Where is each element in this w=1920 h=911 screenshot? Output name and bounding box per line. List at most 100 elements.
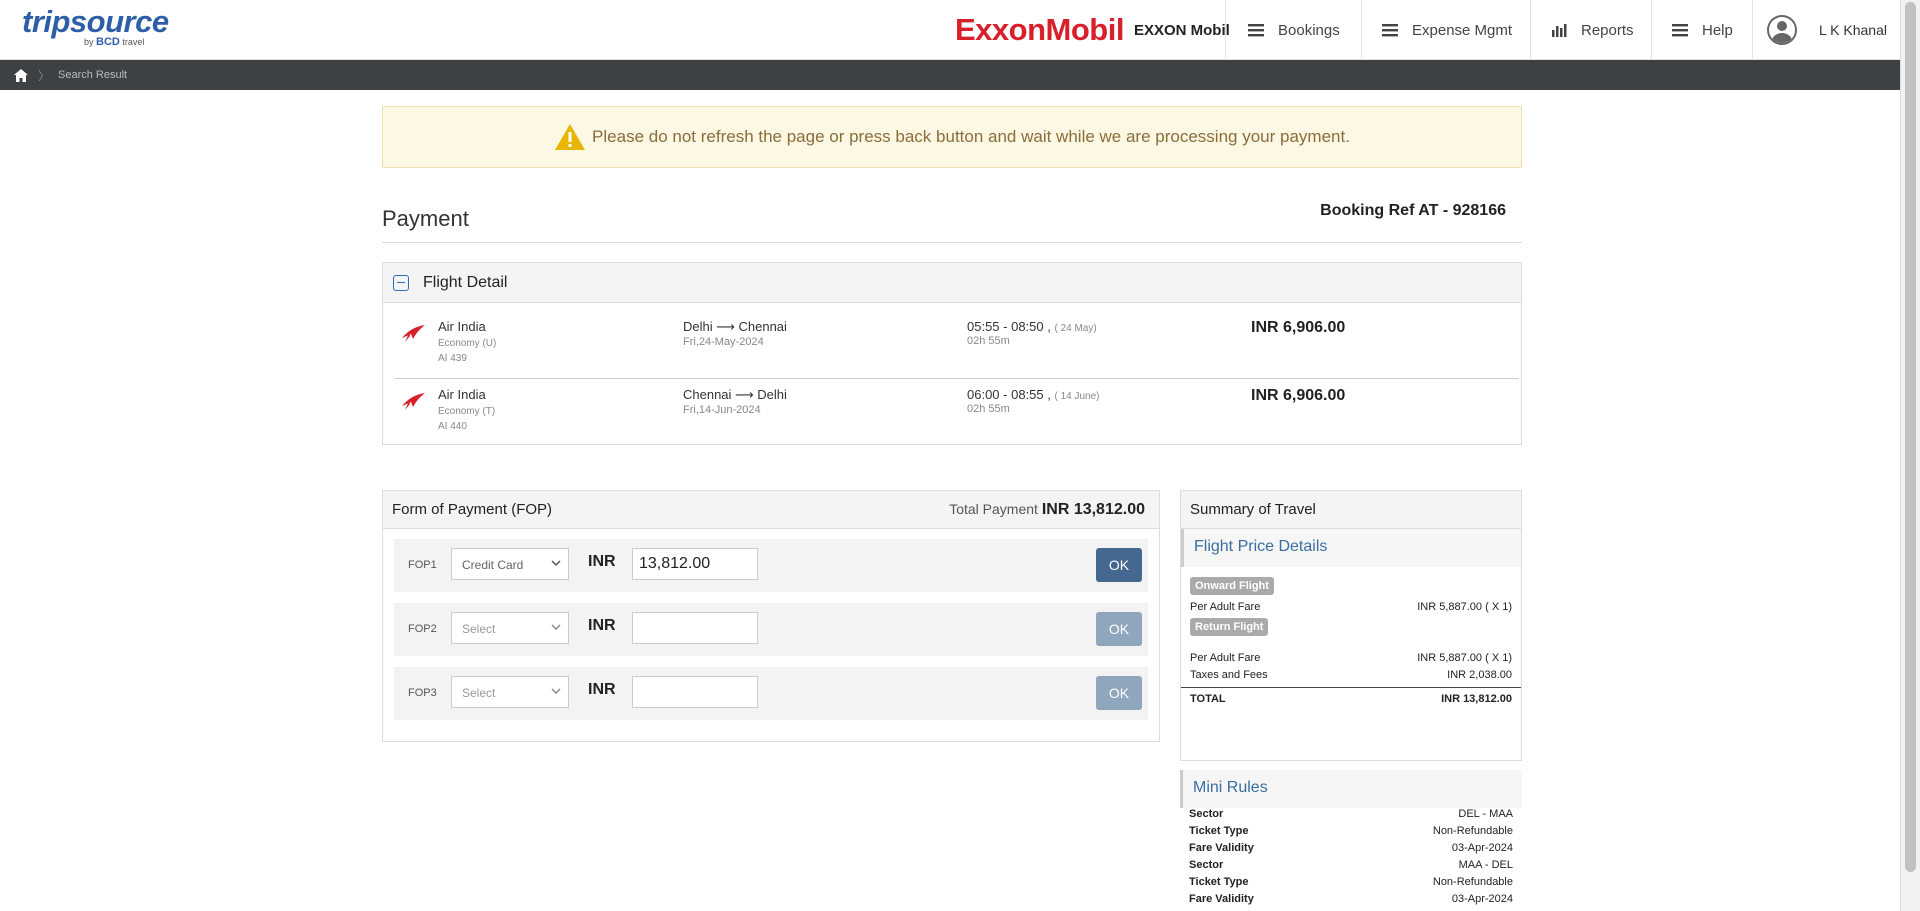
top-navbar: tripsource by BCD travel ExxonMobil EXXO… xyxy=(0,0,1900,60)
rule-label: Sector xyxy=(1189,859,1224,871)
payment-method-value: Select xyxy=(462,686,496,700)
nav-help-label: Help xyxy=(1702,21,1733,39)
nav-expense-mgmt[interactable]: Expense Mgmt xyxy=(1361,0,1530,60)
form-of-payment-panel: Form of Payment (FOP) Total Payment INR … xyxy=(382,490,1160,742)
amount-input[interactable] xyxy=(632,676,758,708)
total-row: TOTAL INR 13,812.00 xyxy=(1190,693,1512,705)
return-tag-row: Return Flight xyxy=(1190,618,1512,636)
user-menu[interactable]: L K Khanal xyxy=(1752,0,1900,60)
mini-rule-row: Fare Validity 03-Apr-2024 xyxy=(1189,842,1513,854)
flight-number: AI 439 xyxy=(438,353,467,364)
flight-price: INR 6,906.00 xyxy=(1251,319,1346,336)
currency-label: INR xyxy=(588,617,616,634)
menu-icon xyxy=(1672,24,1688,37)
air-india-logo-icon xyxy=(402,393,425,410)
nav-bookings-label: Bookings xyxy=(1278,21,1340,39)
return-flight-tag: Return Flight xyxy=(1190,618,1269,636)
onward-fare-row: Per Adult Fare INR 5,887.00 ( X 1) xyxy=(1190,601,1512,613)
airline-name: Air India xyxy=(438,319,486,334)
total-label: TOTAL xyxy=(1190,693,1226,705)
flight-time: 06:00 - 08:55 , xyxy=(967,387,1051,402)
mini-rules-list: Sector DEL - MAA Ticket Type Non-Refundabl… xyxy=(1180,808,1522,911)
flight-price-details-panel: Flight Price Details Onward Flight Per A… xyxy=(1180,528,1522,761)
ok-button[interactable]: OK xyxy=(1096,676,1142,710)
divider xyxy=(1181,687,1521,688)
return-fare-value: INR 5,887.00 ( X 1) xyxy=(1417,652,1512,664)
flight-row: Air India Economy (U) AI 439 Delhi ⟶ Che… xyxy=(383,311,1521,377)
page-title: Payment xyxy=(382,206,469,231)
time-info: 06:00 - 08:55 , ( 14 June) 02h 55m xyxy=(967,387,1100,415)
ok-button[interactable]: OK xyxy=(1096,612,1142,646)
arrival-date: ( 14 June) xyxy=(1054,391,1100,402)
fop-row: FOP3 Select INR OK xyxy=(394,667,1148,720)
logo-by: by xyxy=(84,37,94,47)
flight-detail-header[interactable]: Flight Detail xyxy=(383,263,1521,303)
flight-detail-panel: Flight Detail Air India Economy (U) AI 4… xyxy=(382,262,1522,445)
chevron-down-icon xyxy=(551,560,561,567)
page-scrollbar[interactable] xyxy=(1900,0,1920,911)
chevron-down-icon xyxy=(551,624,561,631)
airline-name: Air India xyxy=(438,387,486,402)
amount-input[interactable] xyxy=(632,548,758,580)
rule-label: Fare Validity xyxy=(1189,893,1254,905)
duration: 02h 55m xyxy=(967,335,1010,347)
mini-rules-title: Mini Rules xyxy=(1180,770,1522,808)
rule-value: Non-Refundable xyxy=(1432,876,1513,888)
total-payment: Total Payment INR 13,812.00 xyxy=(949,501,1145,519)
total-value: INR 13,812.00 xyxy=(1441,693,1512,705)
return-fare-label: Per Adult Fare xyxy=(1190,652,1261,664)
fop-label: FOP1 xyxy=(408,559,437,571)
menu-icon xyxy=(1382,24,1398,37)
menu-icon xyxy=(1248,24,1264,37)
mini-rule-row: Ticket Type Non-Refundable xyxy=(1189,876,1513,888)
mini-rule-row: Fare Validity 03-Apr-2024 xyxy=(1189,893,1513,905)
fop-label: FOP2 xyxy=(408,623,437,635)
user-name: L K Khanal xyxy=(1819,22,1887,38)
breadcrumb: 〉 Search Result xyxy=(0,60,1900,90)
breadcrumb-current: Search Result xyxy=(58,69,128,81)
company-logo: ExxonMobil xyxy=(955,12,1124,47)
mini-rule-row: Sector MAA - DEL xyxy=(1189,859,1513,871)
nav-reports[interactable]: Reports xyxy=(1530,0,1651,60)
rule-value: MAA - DEL xyxy=(1458,859,1513,871)
home-icon[interactable] xyxy=(14,68,28,82)
travel-date: Fri,14-Jun-2024 xyxy=(683,404,761,416)
mini-rule-row: Ticket Type Non-Refundable xyxy=(1189,825,1513,837)
route-info: Delhi ⟶ Chennai Fri,24-May-2024 xyxy=(683,319,787,348)
taxes-row: Taxes and Fees INR 2,038.00 xyxy=(1190,669,1512,681)
nav-bookings[interactable]: Bookings xyxy=(1225,0,1361,60)
tripsource-logo[interactable]: tripsource by BCD travel xyxy=(22,4,169,49)
nav-expense-label: Expense Mgmt xyxy=(1412,21,1513,39)
fop-title: Form of Payment (FOP) xyxy=(392,501,553,518)
user-avatar-icon xyxy=(1767,15,1797,45)
mini-rule-row: Sector DEL - MAA xyxy=(1189,808,1513,820)
payment-method-select[interactable]: Select xyxy=(451,612,569,644)
air-india-logo-icon xyxy=(402,325,425,342)
rule-value: 03-Apr-2024 xyxy=(1451,893,1513,905)
company-brand: ExxonMobil EXXON Mobil xyxy=(955,10,1230,50)
onward-fare-label: Per Adult Fare xyxy=(1190,601,1261,613)
payment-method-select[interactable]: Select xyxy=(451,676,569,708)
collapse-icon[interactable] xyxy=(393,274,409,291)
chevron-down-icon xyxy=(551,688,561,695)
arrival-date: ( 24 May) xyxy=(1054,323,1097,334)
nav-help[interactable]: Help xyxy=(1651,0,1752,60)
logo-travel: travel xyxy=(122,37,145,47)
route-info: Chennai ⟶ Delhi Fri,14-Jun-2024 xyxy=(683,387,787,416)
logo-wordmark: tripsource xyxy=(22,4,169,39)
payment-method-value: Select xyxy=(462,622,496,636)
scrollbar-thumb[interactable] xyxy=(1905,2,1916,872)
travel-date: Fri,24-May-2024 xyxy=(683,336,764,348)
fop-header: Form of Payment (FOP) Total Payment INR … xyxy=(383,491,1159,529)
rule-label: Fare Validity xyxy=(1189,842,1254,854)
flight-price-details-title: Flight Price Details xyxy=(1181,529,1521,567)
onward-flight-tag: Onward Flight xyxy=(1190,577,1274,595)
amount-input[interactable] xyxy=(632,612,758,644)
booking-reference: Booking Ref AT - 928166 xyxy=(1320,202,1506,219)
payment-method-select[interactable]: Credit Card xyxy=(451,548,569,580)
route: Chennai ⟶ Delhi xyxy=(683,387,787,402)
taxes-label: Taxes and Fees xyxy=(1190,669,1268,681)
summary-title: Summary of Travel xyxy=(1180,490,1522,528)
ok-button[interactable]: OK xyxy=(1096,548,1142,582)
currency-label: INR xyxy=(588,681,616,698)
